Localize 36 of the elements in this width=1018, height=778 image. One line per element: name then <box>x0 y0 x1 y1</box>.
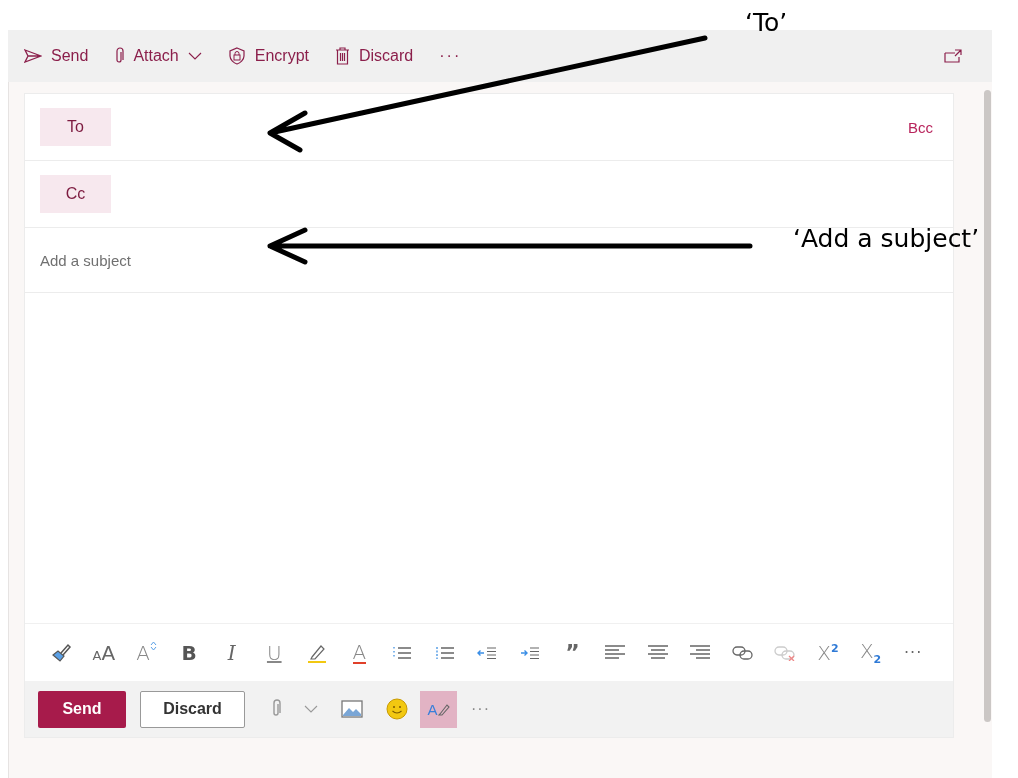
underline-button[interactable]: U <box>252 632 296 673</box>
pencil-icon <box>437 702 450 716</box>
send-icon <box>24 49 42 63</box>
discard-command[interactable]: Discard <box>335 38 414 74</box>
attach-command[interactable]: Attach <box>114 38 202 74</box>
font-color-button[interactable]: A <box>338 632 381 673</box>
shield-lock-icon <box>227 47 246 65</box>
quote-button[interactable]: ” <box>551 632 594 673</box>
paperclip-icon[interactable] <box>271 699 281 719</box>
superscript-button[interactable]: X$^{2}$ <box>806 632 850 673</box>
grow-font-button[interactable]: A <box>125 632 168 673</box>
more-button[interactable]: ··· <box>891 632 935 673</box>
encrypt-command[interactable]: Encrypt <box>227 38 309 74</box>
subscript-button[interactable]: X$_{2}$ <box>849 632 892 673</box>
more-command[interactable]: ··· <box>439 38 462 74</box>
send-button[interactable]: Send <box>38 690 126 728</box>
italic-button[interactable]: I <box>210 632 253 673</box>
font-size-button[interactable]: AA <box>82 632 126 673</box>
to-button[interactable]: To <box>40 108 111 146</box>
more-button[interactable]: ··· <box>471 700 490 718</box>
paperclip-icon <box>114 47 125 65</box>
annotation-text: ‘To’ <box>745 8 788 37</box>
smiley-icon[interactable] <box>386 698 408 720</box>
chevron-down-icon[interactable] <box>304 705 318 713</box>
discard-button[interactable]: Discard <box>140 690 245 728</box>
image-icon[interactable] <box>341 700 363 718</box>
up-down-caret-icon <box>149 640 157 651</box>
scrollbar[interactable] <box>984 90 991 722</box>
pop-out-icon[interactable] <box>944 49 962 63</box>
chevron-down-icon <box>187 52 202 60</box>
cc-button[interactable]: Cc <box>40 175 111 213</box>
bcc-link[interactable]: Bcc <box>908 118 933 136</box>
send-command[interactable]: Send <box>24 38 89 74</box>
trash-icon <box>335 47 350 65</box>
annotation-text: ‘Add a subject’ <box>793 224 980 253</box>
bold-button[interactable]: B <box>167 632 211 673</box>
